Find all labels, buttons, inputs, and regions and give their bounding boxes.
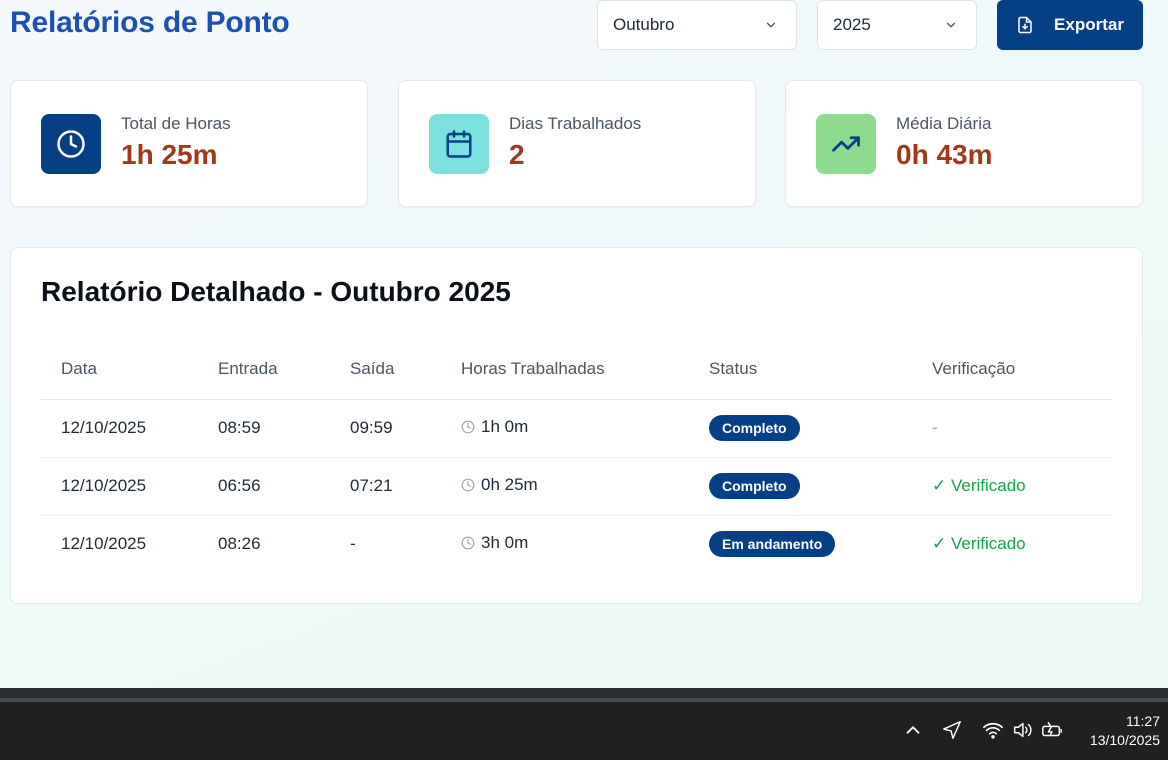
cell-status: Em andamento — [709, 515, 932, 573]
stat-label: Total de Horas — [121, 114, 231, 133]
column-header-entry: Entrada — [218, 340, 350, 400]
export-label: Exportar — [1054, 15, 1124, 34]
table-row: 12/10/2025 08:26 - 3h 0m Em andamento ✓ … — [41, 515, 1112, 573]
show-hidden-icons-button[interactable] — [902, 719, 924, 741]
column-header-verification: Verificação — [932, 340, 1112, 400]
taskbar-clock[interactable]: 11:27 13/10/2025 — [1090, 712, 1160, 750]
cell-entry: 08:59 — [218, 399, 350, 458]
cell-status: Completo — [709, 457, 932, 516]
month-select[interactable]: Outubro — [597, 0, 797, 50]
location-tray-button[interactable] — [941, 719, 963, 741]
stat-icon-box — [41, 114, 101, 174]
status-badge: Completo — [709, 473, 800, 499]
column-header-status: Status — [709, 340, 932, 400]
clock-icon — [57, 130, 85, 158]
page-title: Relatórios de Ponto — [10, 6, 290, 39]
volume-tray-button[interactable] — [1011, 719, 1033, 741]
hours-value: 0h 25m — [481, 475, 538, 494]
file-download-icon — [1018, 16, 1032, 34]
battery-tray-button[interactable] — [1041, 719, 1063, 741]
clock-time: 11:27 — [1126, 713, 1160, 729]
hours-value: 1h 0m — [481, 417, 529, 436]
table-row: 12/10/2025 08:59 09:59 1h 0m Completo - — [41, 399, 1112, 458]
report-title: Relatório Detalhado - Outubro 2025 — [41, 276, 511, 307]
stat-value: 2 — [509, 139, 525, 170]
cell-date: 12/10/2025 — [61, 534, 147, 554]
column-header-exit: Saída — [350, 340, 461, 400]
cell-hours: 0h 25m — [461, 457, 709, 516]
cell-verification: - — [932, 399, 1112, 458]
cell-entry: 08:26 — [218, 534, 261, 554]
clock-icon — [461, 478, 475, 492]
column-header-date: Data — [41, 340, 218, 400]
stat-card-total-hours: Total de Horas 1h 25m — [10, 80, 368, 207]
cell-entry: 06:56 — [218, 457, 350, 516]
stat-label: Dias Trabalhados — [509, 114, 642, 133]
battery-charging-icon — [1042, 721, 1062, 737]
column-header-hours: Horas Trabalhadas — [461, 340, 709, 400]
chevron-up-icon — [906, 726, 920, 734]
cell-date: 12/10/2025 — [41, 399, 218, 458]
hours-value: 3h 0m — [481, 533, 529, 553]
taskbar-top-strip — [0, 688, 1168, 698]
report-table: Data Entrada Saída Horas Trabalhadas Sta… — [41, 340, 1112, 573]
year-select-value: 2025 — [833, 15, 871, 34]
stat-card-daily-average: Média Diária 0h 43m — [785, 80, 1143, 207]
stat-value: 0h 43m — [896, 139, 993, 170]
cell-hours: 3h 0m — [461, 515, 709, 573]
cell-exit: 07:21 — [350, 457, 461, 516]
month-select-value: Outubro — [613, 15, 675, 34]
export-button[interactable]: Exportar — [997, 0, 1143, 50]
table-row: 12/10/2025 06:56 07:21 0h 25m Completo ✓… — [41, 457, 1112, 516]
status-badge: Em andamento — [709, 531, 836, 558]
year-select[interactable]: 2025 — [817, 0, 977, 50]
table-header-row: Data Entrada Saída Horas Trabalhadas Sta… — [41, 340, 1112, 400]
status-badge: Completo — [709, 415, 800, 441]
cell-status: Completo — [709, 399, 932, 458]
clock-date: 13/10/2025 — [1089, 732, 1160, 748]
stat-card-days-worked: Dias Trabalhados 2 — [398, 80, 756, 207]
calendar-icon — [446, 130, 472, 158]
stat-label: Média Diária — [896, 114, 992, 133]
chevron-down-icon — [946, 22, 956, 28]
wifi-icon — [983, 722, 1003, 739]
cell-exit: - — [350, 534, 356, 554]
chevron-down-icon — [766, 22, 776, 28]
clock-icon — [461, 420, 475, 434]
clock-icon — [461, 536, 475, 550]
detailed-report-card: Relatório Detalhado - Outubro 2025 Data … — [10, 247, 1143, 604]
speaker-icon — [1013, 722, 1032, 738]
stat-icon-box — [429, 114, 489, 174]
trending-up-icon — [832, 136, 860, 152]
stat-icon-box — [816, 114, 876, 174]
cell-verification: ✓ Verificado — [932, 534, 1026, 554]
location-arrow-icon — [943, 721, 961, 739]
cell-hours: 1h 0m — [461, 399, 709, 458]
cell-verification: ✓ Verificado — [932, 457, 1112, 516]
cell-date: 12/10/2025 — [41, 457, 218, 516]
stat-value: 1h 25m — [121, 139, 218, 170]
cell-exit: 09:59 — [350, 399, 461, 458]
network-tray-button[interactable] — [982, 719, 1004, 741]
